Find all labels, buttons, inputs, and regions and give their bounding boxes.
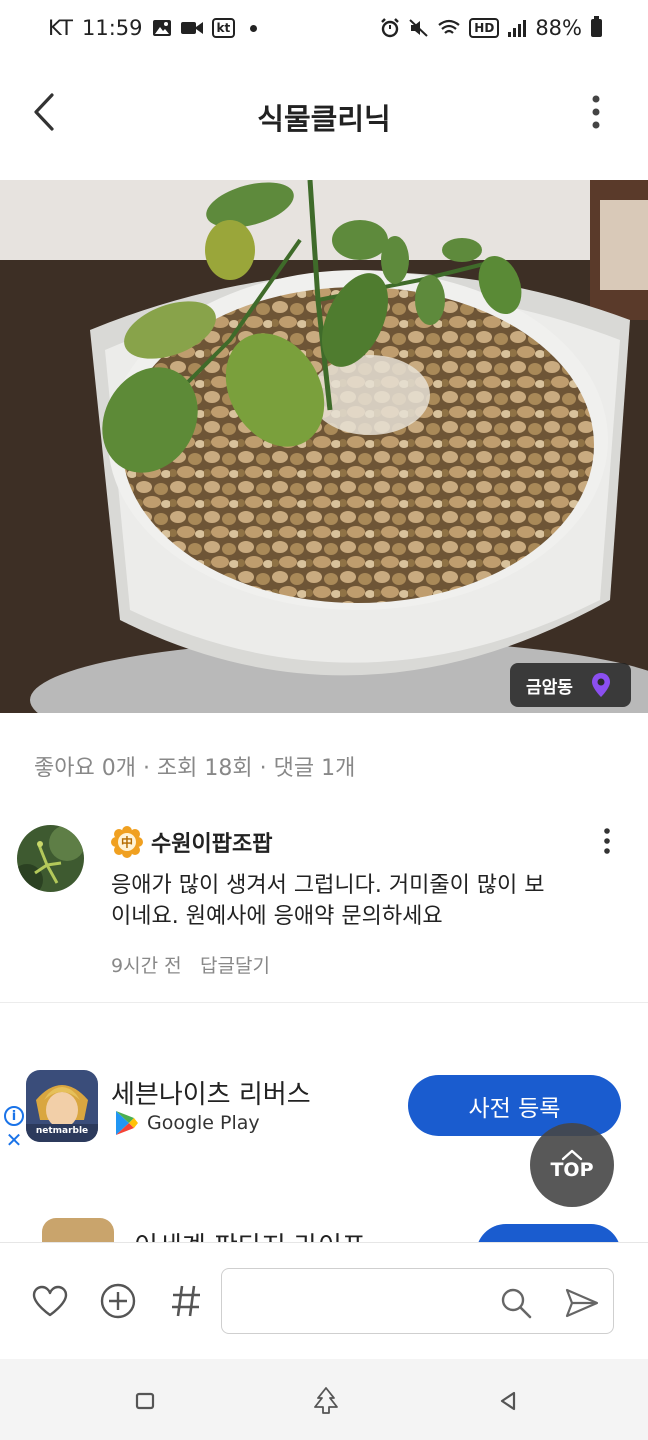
mute-icon: [409, 18, 429, 38]
ad-title: 세븐나이츠 리버스: [111, 1080, 311, 1110]
ad-app-label: netmarble: [36, 1126, 88, 1136]
bottom-action-bar: [0, 1242, 648, 1359]
hd-badge: HD: [469, 18, 500, 38]
heart-icon: [32, 1285, 68, 1317]
ad-store-label: Google Play: [147, 1112, 260, 1134]
like-button[interactable]: [28, 1279, 72, 1323]
comment-more-button[interactable]: [590, 824, 624, 858]
avatar[interactable]: [17, 825, 84, 892]
page-title: 식물클리닉: [257, 102, 391, 136]
system-navigation-bar: [0, 1359, 648, 1440]
send-icon: [565, 1288, 599, 1318]
location-pin-icon: [591, 673, 610, 697]
recents-icon: [135, 1392, 155, 1410]
status-right: HD 88%: [380, 16, 602, 40]
recents-button[interactable]: [125, 1381, 165, 1421]
kt-badge: kt: [211, 18, 236, 38]
hashtag-button[interactable]: [164, 1279, 208, 1323]
comment-input-box[interactable]: [221, 1268, 614, 1334]
clock: 11:59: [81, 16, 143, 40]
notification-dot: [250, 24, 258, 32]
scroll-top-button[interactable]: TOP: [530, 1123, 614, 1207]
home-button[interactable]: [306, 1381, 346, 1421]
video-icon: [180, 20, 203, 36]
home-tree-icon: [314, 1387, 338, 1414]
plus-circle-icon: [100, 1283, 136, 1319]
scroll-top-label: TOP: [550, 1159, 594, 1181]
ad-app-artwork: netmarble: [26, 1070, 98, 1142]
comment-author[interactable]: 수원이팝조팝: [151, 826, 272, 858]
back-nav-button[interactable]: [488, 1381, 528, 1421]
battery-icon: [591, 16, 602, 37]
gallery-icon: [152, 19, 172, 37]
grade-badge-text: 中: [121, 835, 133, 850]
app-header: 식물클리닉: [0, 68, 648, 158]
search-button[interactable]: [496, 1283, 536, 1323]
ad-app-icon[interactable]: netmarble: [26, 1070, 98, 1142]
plant-pot-image: [0, 180, 648, 713]
search-icon: [501, 1288, 532, 1319]
status-left: KT 11:59 kt: [48, 16, 258, 40]
more-options-button[interactable]: [574, 90, 618, 134]
google-play-icon: [116, 1111, 138, 1135]
kebab-menu-icon: [592, 95, 600, 129]
ad-banner-2[interactable]: 이세계 판다지 라이프: [0, 1212, 648, 1242]
ad2-app-icon[interactable]: [42, 1218, 114, 1242]
grade-badge-icon: 中: [111, 826, 143, 858]
location-label: 금암동: [526, 677, 573, 698]
wifi-icon: [438, 19, 460, 37]
ad-close-icon[interactable]: ✕: [4, 1130, 24, 1150]
carrier: KT: [48, 16, 73, 40]
comment-input[interactable]: [236, 1283, 486, 1321]
post-stats: 좋아요 0개 · 조회 18회 · 댓글 1개: [34, 756, 356, 781]
comment-item: 中 수원이팝조팝 응애가 많이 생겨서 그럽니다. 거미줄이 많이 보이네요. …: [0, 810, 648, 1003]
add-button[interactable]: [96, 1279, 140, 1323]
ad2-title: 이세계 판다지 라이프: [134, 1226, 366, 1242]
comment-text: 응애가 많이 생겨서 그럽니다. 거미줄이 많이 보이네요. 원예사에 응애약 …: [111, 873, 545, 929]
status-bar: KT 11:59 kt HD 88%: [0, 0, 648, 56]
hashtag-icon: [172, 1285, 200, 1317]
avatar-image: [17, 825, 84, 892]
ad-store: Google Play: [115, 1110, 260, 1136]
ad2-cta-button[interactable]: [476, 1224, 621, 1242]
kebab-menu-icon: [604, 828, 610, 854]
comment-author-row: 中 수원이팝조팝: [111, 826, 272, 858]
comment-time: 9시간 전: [111, 955, 182, 977]
reply-button[interactable]: 답글달기: [200, 951, 270, 978]
post-photo[interactable]: [0, 180, 648, 713]
send-button[interactable]: [562, 1283, 602, 1323]
back-triangle-icon: [500, 1391, 516, 1411]
signal-icon: [508, 19, 527, 37]
battery-percent: 88%: [535, 16, 582, 40]
ad-info-icon[interactable]: i: [4, 1106, 24, 1126]
location-chip[interactable]: 금암동: [510, 663, 631, 707]
alarm-icon: [380, 18, 400, 38]
